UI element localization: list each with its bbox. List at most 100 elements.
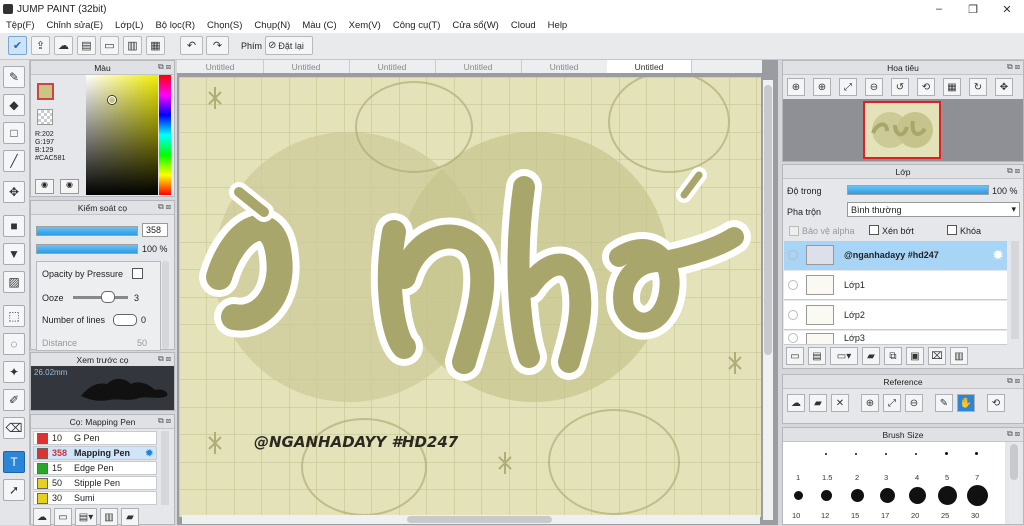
brush-size-slider[interactable] xyxy=(36,226,138,236)
brush-size-dot[interactable] xyxy=(855,453,857,455)
sv-picker-handle[interactable] xyxy=(108,96,116,104)
navigator-settings-icon[interactable]: ✥ xyxy=(995,78,1013,96)
tab-untitled-5[interactable]: Untitled xyxy=(521,60,608,73)
canvas-vscrollbar[interactable] xyxy=(763,80,773,520)
brush-size-dot[interactable] xyxy=(821,490,832,501)
tab-untitled-1[interactable]: Untitled xyxy=(177,60,264,73)
navigator-thumbnail[interactable] xyxy=(863,101,941,159)
clipping-checkbox[interactable] xyxy=(869,225,879,235)
transparent-swatch[interactable] xyxy=(37,109,53,125)
layer-row[interactable]: Lớp3 xyxy=(784,331,1007,345)
brush-options-scrollbar[interactable] xyxy=(162,261,169,349)
blend-mode-select[interactable]: Bình thường ▾ xyxy=(847,202,1020,217)
ooze-handle[interactable] xyxy=(101,291,115,303)
brush-size-dot[interactable] xyxy=(825,453,827,455)
select-rect-icon[interactable]: ⬚ xyxy=(3,305,25,327)
hand-icon[interactable]: ✋ xyxy=(957,394,975,412)
brush-size-dot[interactable] xyxy=(945,452,948,455)
clear-layer-icon[interactable]: ⌧ xyxy=(928,347,946,365)
menu-filter[interactable]: Bộ lọc(R) xyxy=(155,20,195,31)
ref-zoom-in-icon[interactable]: ⊕ xyxy=(861,394,879,412)
pen-copy-icon[interactable]: ▤▾ xyxy=(75,508,97,526)
brush-size-dot[interactable] xyxy=(794,491,803,500)
move-tool-icon[interactable]: ✥ xyxy=(3,181,25,203)
menu-window[interactable]: Cửa sổ(W) xyxy=(452,20,498,31)
panel-menu-icon[interactable]: ⧉ ⊠ xyxy=(158,354,171,364)
layer-opacity-slider[interactable] xyxy=(847,185,989,195)
comment-icon[interactable]: ☁ xyxy=(54,36,73,55)
menu-view[interactable]: Xem(V) xyxy=(349,20,381,31)
brush-size-input[interactable]: 358 xyxy=(142,223,168,237)
operation-tool-icon[interactable]: ➚ xyxy=(3,479,25,501)
pen-item[interactable]: 15 Edge Pen xyxy=(33,461,157,475)
pen-item[interactable]: 30 Sumi xyxy=(33,491,157,505)
pen-item-selected[interactable]: 358 Mapping Pen ✹ xyxy=(33,446,157,460)
new-layer-set-icon[interactable]: ▤ xyxy=(808,347,826,365)
brush-size-dot[interactable] xyxy=(909,487,926,504)
check-icon[interactable]: ✔ xyxy=(8,36,27,55)
zoom-in-icon[interactable]: ⊕ xyxy=(787,78,805,96)
tab-untitled-4[interactable]: Untitled xyxy=(435,60,522,73)
ref-fit-icon[interactable]: ⤢ xyxy=(883,394,901,412)
layer-row-selected[interactable]: @nganhadayy #hd247 ✹ xyxy=(784,241,1007,270)
eyedropper-icon[interactable]: ✎ xyxy=(935,394,953,412)
close-button[interactable]: ✕ xyxy=(990,0,1024,18)
foreground-color-swatch[interactable] xyxy=(37,83,54,100)
rotate-right-icon[interactable]: ↻ xyxy=(969,78,987,96)
brush-size-dot[interactable] xyxy=(851,489,864,502)
brush-size-dot[interactable] xyxy=(967,485,988,506)
pen-list-scrollbar[interactable] xyxy=(161,431,169,505)
delete-layer-icon[interactable]: ▥ xyxy=(950,347,968,365)
share-icon[interactable]: ⇪ xyxy=(31,36,50,55)
visibility-icon[interactable] xyxy=(788,250,798,260)
eraser-tool-icon[interactable]: ◆ xyxy=(3,94,25,116)
pen-item[interactable]: 50 Stipple Pen xyxy=(33,476,157,490)
menu-file[interactable]: Tệp(F) xyxy=(6,20,35,31)
close-reference-icon[interactable]: ✕ xyxy=(831,394,849,412)
fill-rect-icon[interactable]: ■ xyxy=(3,215,25,237)
pen-item[interactable]: 10 G Pen xyxy=(33,431,157,445)
bucket-icon[interactable]: ▼ xyxy=(3,243,25,265)
page-icon[interactable]: ▥ xyxy=(123,36,142,55)
menu-help[interactable]: Help xyxy=(548,20,568,31)
gear-icon[interactable]: ✹ xyxy=(993,248,1003,262)
select-eraser-icon[interactable]: ⌫ xyxy=(3,417,25,439)
cloud-icon[interactable]: ☁ xyxy=(787,394,805,412)
visibility-icon[interactable] xyxy=(788,333,798,343)
undo-icon[interactable]: ↶ xyxy=(180,36,203,55)
color-sv-picker[interactable] xyxy=(86,75,158,195)
opacity-pressure-checkbox[interactable] xyxy=(132,268,143,279)
reset-button[interactable]: ⊘ Đặt lại xyxy=(265,36,313,55)
panel-menu-icon[interactable]: ⧉ ⊠ xyxy=(1007,376,1020,386)
panel-menu-icon[interactable]: ⧉ ⊠ xyxy=(1007,62,1020,72)
visibility-icon[interactable] xyxy=(788,280,798,290)
layer-row[interactable]: Lớp1 xyxy=(784,271,1007,300)
brush-size-dot[interactable] xyxy=(885,453,887,455)
restore-button[interactable]: ❐ xyxy=(956,0,990,18)
merge-down-icon[interactable]: ▣ xyxy=(906,347,924,365)
zoom-out-icon[interactable]: ⊖ xyxy=(865,78,883,96)
menu-layer[interactable]: Lớp(L) xyxy=(115,20,143,31)
gradient-icon[interactable]: ▨ xyxy=(3,271,25,293)
menu-snap[interactable]: Chụp(N) xyxy=(254,20,290,31)
protect-alpha-checkbox[interactable] xyxy=(789,226,799,236)
flip-icon[interactable]: ▦ xyxy=(943,78,961,96)
add-layer-dropdown-icon[interactable]: ▭▾ xyxy=(830,347,858,365)
folder-icon[interactable]: ▰ xyxy=(862,347,880,365)
cloud-upload-icon[interactable]: ☁ xyxy=(33,508,51,526)
brush-size-dot[interactable] xyxy=(975,452,978,455)
brush-size-dot[interactable] xyxy=(938,486,957,505)
tab-untitled-3[interactable]: Untitled xyxy=(349,60,436,73)
color-set-icon[interactable]: ◉ xyxy=(60,179,79,194)
ref-rotate-icon[interactable]: ⟲ xyxy=(987,394,1005,412)
new-layer-icon[interactable]: ▭ xyxy=(786,347,804,365)
pen-folder-icon[interactable]: ▰ xyxy=(121,508,139,526)
menu-color[interactable]: Màu (C) xyxy=(302,20,336,31)
message-icon[interactable]: ▤ xyxy=(77,36,96,55)
rotate-reset-icon[interactable]: ⟲ xyxy=(917,78,935,96)
grid-settings-icon[interactable]: ▦ xyxy=(146,36,165,55)
zoom-in-plus-icon[interactable]: ⊕ xyxy=(813,78,831,96)
line-tool-icon[interactable]: ╱ xyxy=(3,150,25,172)
canvas-hscrollbar[interactable] xyxy=(182,515,760,524)
brush-opacity-slider[interactable] xyxy=(36,244,138,254)
